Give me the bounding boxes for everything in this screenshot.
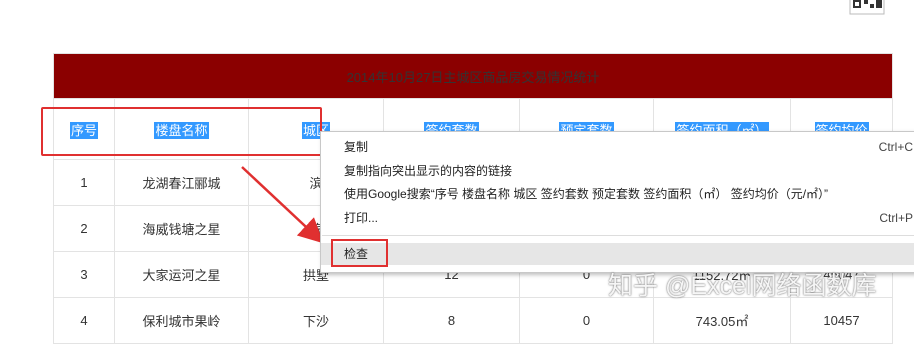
cell-name: 海威钱塘之星	[114, 205, 249, 252]
cell-index: 3	[53, 251, 115, 298]
cell-index: 2	[53, 205, 115, 252]
annotation-box-selection	[41, 107, 322, 156]
menu-item-print[interactable]: 打印... Ctrl+P	[321, 207, 914, 229]
qr-code-icon[interactable]	[848, 0, 886, 16]
annotation-box-inspect	[331, 239, 388, 267]
menu-separator	[322, 235, 914, 236]
cell-name: 大家运河之星	[114, 251, 249, 298]
cell-index: 1	[53, 159, 115, 206]
context-menu: 复制 Ctrl+C 复制指向突出显示的内容的链接 使用Google搜索“序号 楼…	[320, 131, 914, 273]
watermark: 知乎 @Excel网络函数库	[608, 272, 877, 300]
menu-item-copy[interactable]: 复制 Ctrl+C	[321, 136, 914, 158]
menu-item-inspect[interactable]: 检查	[321, 243, 914, 265]
cell-name: 龙湖春江郦城	[114, 159, 249, 206]
table-title: 2014年10月27日主城区商品房交易情况统计	[52, 53, 894, 99]
menu-item-google-search[interactable]: 使用Google搜索“序号 楼盘名称 城区 签约套数 预定套数 签约面积（㎡） …	[321, 183, 914, 205]
table-title-row: 2014年10月27日主城区商品房交易情况统计	[52, 53, 894, 99]
menu-item-copy-link[interactable]: 复制指向突出显示的内容的链接	[321, 160, 914, 182]
